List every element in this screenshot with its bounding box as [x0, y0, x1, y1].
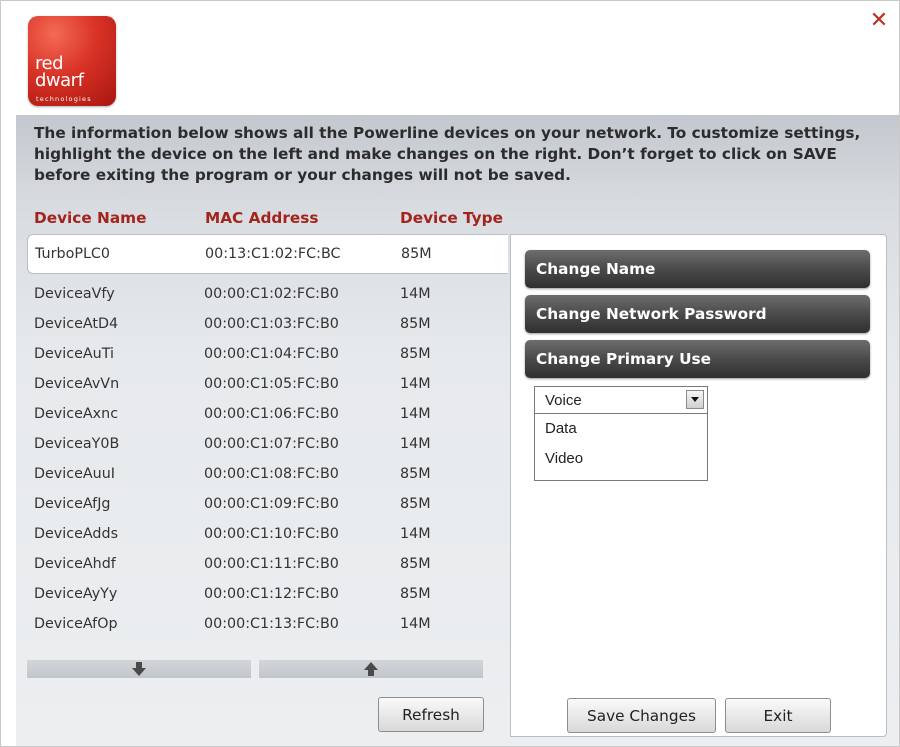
device-name-cell: DeviceAuTi: [34, 346, 115, 362]
device-name-cell: DeviceAfJg: [34, 496, 111, 512]
device-list: TurboPLC0 00:13:C1:02:FC:BC 85M DeviceaVfy 0…: [27, 234, 508, 664]
device-row[interactable]: DeviceAhdf 00:00:C1:11:FC:B0 85M: [27, 549, 507, 579]
arrow-down-icon: [132, 662, 146, 676]
device-row[interactable]: DeviceAuuI 00:00:C1:08:FC:B0 85M: [27, 459, 507, 489]
device-name-cell: DeviceAxnc: [34, 406, 119, 422]
refresh-button[interactable]: Refresh: [378, 697, 484, 732]
device-name-cell: DeviceaY0B: [34, 436, 120, 452]
device-type-cell: 14M: [400, 526, 431, 542]
device-type-cell: 14M: [400, 616, 431, 632]
mac-address-cell: 00:13:C1:02:FC:BC: [205, 246, 341, 262]
device-row[interactable]: DeviceAfJg 00:00:C1:09:FC:B0 85M: [27, 489, 507, 519]
mac-address-cell: 00:00:C1:04:FC:B0: [204, 346, 339, 362]
logo: red dwarf technologies: [28, 16, 116, 106]
mac-address-cell: 00:00:C1:08:FC:B0: [204, 466, 339, 482]
device-row[interactable]: DeviceAtD4 00:00:C1:03:FC:B0 85M: [27, 309, 507, 339]
close-icon[interactable]: ✕: [868, 10, 890, 32]
device-settings-panel: Change Name Change Network Password Chan…: [510, 234, 887, 737]
device-type-cell: 85M: [400, 316, 431, 332]
mac-address-cell: 00:00:C1:10:FC:B0: [204, 526, 339, 542]
device-name-cell: DeviceAhdf: [34, 556, 116, 572]
device-name-cell: DeviceAtD4: [34, 316, 119, 332]
primary-use-dropdown: Data Video: [534, 414, 708, 481]
arrow-up-icon: [364, 662, 378, 676]
device-name-cell: DeviceAuuI: [34, 466, 116, 482]
mac-address-cell: 00:00:C1:07:FC:B0: [204, 436, 339, 452]
device-type-cell: 85M: [400, 496, 431, 512]
primary-use-selected-value: Voice: [545, 392, 582, 409]
device-type-cell: 85M: [400, 586, 431, 602]
device-type-cell: 85M: [400, 556, 431, 572]
device-type-cell: 14M: [400, 286, 431, 302]
mac-address-cell: 00:00:C1:03:FC:B0: [204, 316, 339, 332]
mac-address-cell: 00:00:C1:12:FC:B0: [204, 586, 339, 602]
logo-text: red dwarf: [35, 55, 84, 91]
save-changes-button[interactable]: Save Changes: [567, 698, 716, 733]
device-row[interactable]: DeviceAxnc 00:00:C1:06:FC:B0 14M: [27, 399, 507, 429]
device-row[interactable]: DeviceAfOp 00:00:C1:13:FC:B0 14M: [27, 609, 507, 639]
device-row[interactable]: DeviceAuTi 00:00:C1:04:FC:B0 85M: [27, 339, 507, 369]
scroll-up-button[interactable]: [259, 660, 483, 678]
header: red dwarf technologies ✕: [1, 1, 899, 115]
device-type-cell: 14M: [400, 436, 431, 452]
chevron-down-icon[interactable]: [686, 390, 704, 409]
device-name-cell: DeviceAyYy: [34, 586, 118, 602]
device-name-cell: DeviceAdds: [34, 526, 119, 542]
device-name-cell: TurboPLC0: [35, 246, 110, 262]
device-row[interactable]: DeviceAdds 00:00:C1:10:FC:B0 14M: [27, 519, 507, 549]
primary-use-select[interactable]: Voice: [534, 386, 708, 414]
main-content: The information below shows all the Powe…: [16, 115, 899, 746]
mac-address-cell: 00:00:C1:06:FC:B0: [204, 406, 339, 422]
device-type-cell: 85M: [400, 466, 431, 482]
device-type-cell: 85M: [400, 346, 431, 362]
device-type-cell: 85M: [401, 246, 432, 262]
change-network-password-button[interactable]: Change Network Password: [525, 295, 870, 333]
device-type-cell: 14M: [400, 406, 431, 422]
device-row[interactable]: DeviceaVfy 00:00:C1:02:FC:B0 14M: [27, 279, 507, 309]
change-name-button[interactable]: Change Name: [525, 250, 870, 288]
mac-address-cell: 00:00:C1:09:FC:B0: [204, 496, 339, 512]
device-type-cell: 14M: [400, 376, 431, 392]
device-row-selected[interactable]: TurboPLC0 00:13:C1:02:FC:BC 85M: [27, 234, 508, 274]
app-window: red dwarf technologies ✕ The information…: [0, 0, 900, 747]
column-header-mac-address: MAC Address: [205, 209, 319, 227]
device-row[interactable]: DeviceAyYy 00:00:C1:12:FC:B0 85M: [27, 579, 507, 609]
intro-text: The information below shows all the Powe…: [34, 124, 861, 184]
device-name-cell: DeviceAfOp: [34, 616, 118, 632]
scroll-down-button[interactable]: [27, 660, 251, 678]
column-header-device-name: Device Name: [34, 209, 147, 227]
primary-use-option-video[interactable]: Video: [545, 450, 583, 467]
logo-subtitle: technologies: [36, 95, 92, 103]
logo-line2: dwarf: [35, 70, 84, 91]
device-row[interactable]: DeviceAvVn 00:00:C1:05:FC:B0 14M: [27, 369, 507, 399]
device-name-cell: DeviceAvVn: [34, 376, 120, 392]
mac-address-cell: 00:00:C1:05:FC:B0: [204, 376, 339, 392]
column-header-device-type: Device Type: [400, 209, 503, 227]
exit-button[interactable]: Exit: [725, 698, 831, 733]
mac-address-cell: 00:00:C1:11:FC:B0: [204, 556, 339, 572]
primary-use-option-data[interactable]: Data: [545, 420, 577, 437]
device-name-cell: DeviceaVfy: [34, 286, 115, 302]
device-row[interactable]: DeviceaY0B 00:00:C1:07:FC:B0 14M: [27, 429, 507, 459]
mac-address-cell: 00:00:C1:02:FC:B0: [204, 286, 339, 302]
mac-address-cell: 00:00:C1:13:FC:B0: [204, 616, 339, 632]
change-primary-use-button[interactable]: Change Primary Use: [525, 340, 870, 378]
